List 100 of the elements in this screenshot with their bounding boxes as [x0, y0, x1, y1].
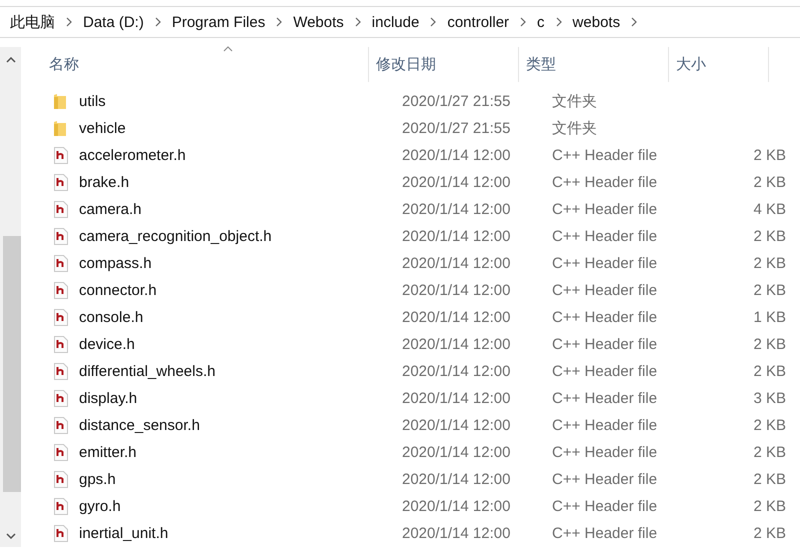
file-type: C++ Header file [552, 228, 658, 245]
file-type: C++ Header file [552, 174, 658, 191]
header-file-icon [54, 471, 68, 488]
file-type: C++ Header file [552, 471, 658, 488]
breadcrumb-item[interactable]: Program Files [172, 14, 266, 30]
breadcrumb-item[interactable]: Data (D:) [83, 14, 144, 30]
column-header[interactable]: 大小 [669, 47, 769, 82]
breadcrumb-item[interactable]: controller [447, 14, 510, 30]
file-type: C++ Header file [552, 417, 658, 434]
breadcrumb-item[interactable]: Webots [293, 14, 344, 30]
file-type: C++ Header file [552, 282, 658, 299]
file-name[interactable]: connector.h [79, 282, 157, 299]
breadcrumb-item[interactable]: c [537, 14, 545, 30]
file-size: 2 KB [753, 525, 786, 542]
modified-date: 2020/1/14 12:00 [402, 309, 510, 326]
header-file-icon [54, 255, 68, 272]
modified-date: 2020/1/14 12:00 [402, 228, 510, 245]
file-name[interactable]: utils [79, 93, 106, 110]
file-name[interactable]: camera_recognition_object.h [79, 228, 272, 245]
header-file-icon [54, 336, 68, 353]
file-name[interactable]: distance_sensor.h [79, 417, 200, 434]
file-name[interactable]: display.h [79, 390, 138, 407]
file-type: C++ Header file [552, 255, 658, 272]
chevron-icon[interactable] [520, 17, 526, 27]
file-size: 2 KB [753, 228, 786, 245]
scroll-up-icon[interactable] [6, 57, 16, 63]
column-header[interactable]: 名称 [45, 47, 369, 82]
header-file-icon [54, 417, 68, 434]
file-size: 2 KB [753, 174, 786, 191]
file-type: 文件夹 [552, 93, 597, 110]
chevron-icon[interactable] [631, 17, 638, 27]
file-size: 2 KB [753, 147, 786, 164]
folder-icon [54, 94, 66, 109]
file-size: 2 KB [753, 255, 786, 272]
header-file-icon [54, 498, 68, 515]
file-size: 2 KB [753, 417, 786, 434]
chevron-icon[interactable] [276, 17, 282, 27]
column-header[interactable]: 类型 [519, 47, 669, 82]
file-size: 2 KB [753, 498, 786, 515]
file-type: C++ Header file [552, 390, 658, 407]
header-file-icon [54, 525, 68, 542]
scrollbar-thumb[interactable] [3, 236, 21, 492]
modified-date: 2020/1/14 12:00 [402, 336, 510, 353]
file-size: 2 KB [753, 363, 786, 380]
chevron-icon[interactable] [354, 17, 361, 27]
scroll-down-icon[interactable] [6, 533, 16, 539]
file-name[interactable]: emitter.h [79, 444, 137, 461]
chevron-icon[interactable] [66, 17, 72, 27]
file-size: 2 KB [753, 444, 786, 461]
modified-date: 2020/1/14 12:00 [402, 174, 510, 191]
file-name[interactable]: device.h [79, 336, 135, 353]
file-type: C++ Header file [552, 498, 658, 515]
file-name[interactable]: differential_wheels.h [79, 363, 216, 380]
header-file-icon [54, 363, 68, 380]
file-name[interactable]: compass.h [79, 255, 152, 272]
file-type: C++ Header file [552, 147, 658, 164]
file-size: 2 KB [753, 336, 786, 353]
modified-date: 2020/1/14 12:00 [402, 255, 510, 272]
file-name[interactable]: console.h [79, 309, 144, 326]
chevron-icon[interactable] [556, 17, 562, 27]
chevron-icon[interactable] [154, 17, 161, 27]
file-name[interactable]: gyro.h [79, 498, 121, 515]
breadcrumb-item[interactable]: 此电脑 [10, 12, 55, 32]
column-header[interactable]: 修改日期 [369, 47, 519, 82]
modified-date: 2020/1/14 12:00 [402, 471, 510, 488]
header-file-icon [54, 147, 68, 164]
header-file-icon [54, 174, 68, 191]
breadcrumb-item[interactable]: include [372, 14, 420, 30]
modified-date: 2020/1/14 12:00 [402, 417, 510, 434]
file-name[interactable]: inertial_unit.h [79, 525, 168, 542]
file-name[interactable]: gps.h [79, 471, 116, 488]
header-file-icon [54, 444, 68, 461]
modified-date: 2020/1/14 12:00 [402, 525, 510, 542]
modified-date: 2020/1/14 12:00 [402, 390, 510, 407]
file-name[interactable]: camera.h [79, 201, 142, 218]
file-size: 1 KB [753, 309, 786, 326]
modified-date: 2020/1/14 12:00 [402, 147, 510, 164]
file-name[interactable]: accelerometer.h [79, 147, 186, 164]
modified-date: 2020/1/14 12:00 [402, 363, 510, 380]
file-type: C++ Header file [552, 363, 658, 380]
header-file-icon [54, 228, 68, 245]
modified-date: 2020/1/27 21:55 [402, 120, 510, 137]
modified-date: 2020/1/14 12:00 [402, 201, 510, 218]
modified-date: 2020/1/14 12:00 [402, 444, 510, 461]
header-file-icon [54, 282, 68, 299]
chevron-icon[interactable] [430, 17, 436, 27]
file-type: C++ Header file [552, 201, 658, 218]
file-type: C++ Header file [552, 336, 658, 353]
file-type: C++ Header file [552, 444, 658, 461]
breadcrumb-item[interactable]: webots [572, 14, 620, 30]
header-file-icon [54, 390, 68, 407]
file-size: 2 KB [753, 471, 786, 488]
modified-date: 2020/1/27 21:55 [402, 93, 510, 110]
file-name[interactable]: vehicle [79, 120, 126, 137]
file-name[interactable]: brake.h [79, 174, 130, 191]
header-file-icon [54, 201, 68, 218]
file-size: 2 KB [753, 282, 786, 299]
file-size: 4 KB [753, 201, 786, 218]
file-type: 文件夹 [552, 120, 597, 137]
header-file-icon [54, 309, 68, 326]
